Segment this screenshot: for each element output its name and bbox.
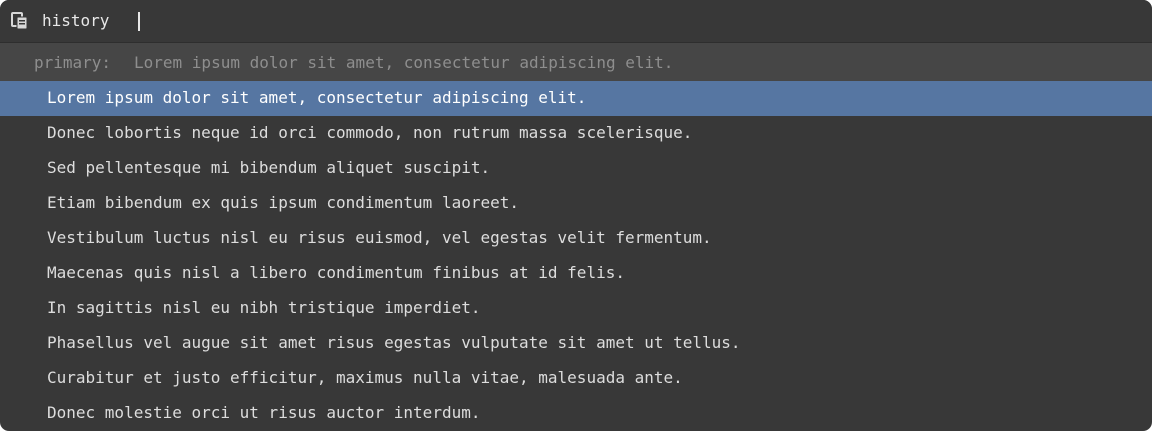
history-item[interactable]: Curabitur et justo efficitur, maximus nu… [0, 361, 1152, 396]
clipboard-history-window: history primary: Lorem ipsum dolor sit a… [0, 0, 1152, 431]
primary-text: Lorem ipsum dolor sit amet, consectetur … [134, 53, 674, 72]
history-item[interactable]: Etiam bibendum ex quis ipsum condimentum… [0, 186, 1152, 221]
history-item[interactable]: Donec lobortis neque id orci commodo, no… [0, 116, 1152, 151]
primary-label: primary: [34, 53, 112, 72]
history-item-text: Donec molestie orci ut risus auctor inte… [47, 403, 481, 422]
history-item-text: Vestibulum luctus nisl eu risus euismod,… [47, 228, 712, 247]
history-item-text: Etiam bibendum ex quis ipsum condimentum… [47, 193, 520, 212]
history-item-text: Curabitur et justo efficitur, maximus nu… [47, 368, 683, 387]
history-item-selected[interactable]: Lorem ipsum dolor sit amet, consectetur … [0, 81, 1152, 116]
history-item[interactable]: In sagittis nisl eu nibh tristique imper… [0, 291, 1152, 326]
text-cursor [138, 12, 140, 31]
history-item[interactable]: Maecenas quis nisl a libero condimentum … [0, 256, 1152, 291]
history-item[interactable]: Donec molestie orci ut risus auctor inte… [0, 396, 1152, 431]
clipboard-icon [11, 12, 28, 30]
primary-selection-row[interactable]: primary: Lorem ipsum dolor sit amet, con… [0, 43, 1152, 81]
history-item-text: Sed pellentesque mi bibendum aliquet sus… [47, 158, 491, 177]
search-header: history [0, 0, 1152, 43]
history-item-text: Maecenas quis nisl a libero condimentum … [47, 263, 625, 282]
history-item[interactable]: Vestibulum luctus nisl eu risus euismod,… [0, 221, 1152, 256]
search-query[interactable]: history [42, 11, 109, 31]
history-item[interactable]: Sed pellentesque mi bibendum aliquet sus… [0, 151, 1152, 186]
history-item-text: Donec lobortis neque id orci commodo, no… [47, 123, 693, 142]
history-item[interactable]: Phasellus vel augue sit amet risus egest… [0, 326, 1152, 361]
history-item-text: Lorem ipsum dolor sit amet, consectetur … [47, 88, 587, 107]
history-item-text: In sagittis nisl eu nibh tristique imper… [47, 298, 481, 317]
history-item-text: Phasellus vel augue sit amet risus egest… [47, 333, 741, 352]
history-list: Lorem ipsum dolor sit amet, consectetur … [0, 81, 1152, 431]
